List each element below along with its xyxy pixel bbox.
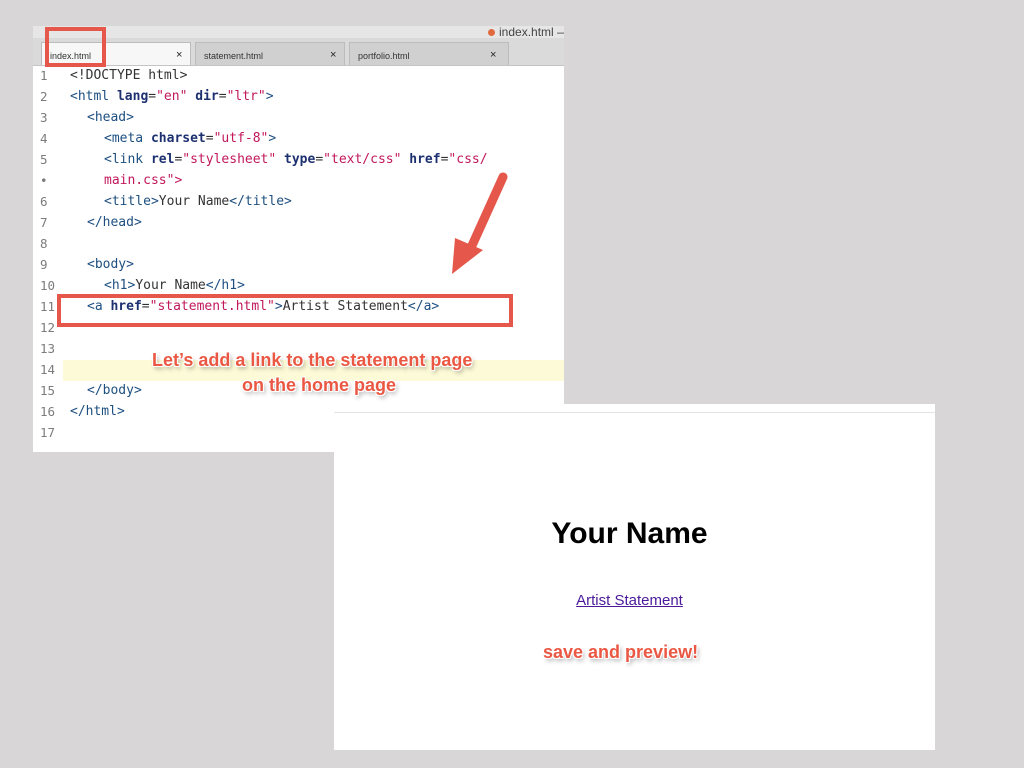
callout-add-link-line1: Let’s add a link to the statement page (152, 350, 473, 370)
preview-heading: Your Name (551, 517, 708, 550)
arrow-shaft (465, 172, 508, 255)
callout-save-preview: save and preview! (543, 642, 699, 662)
browser-preview-window: Your Name Artist Statement (334, 404, 935, 750)
callout-add-link-line2: on the home page (242, 375, 397, 395)
arrow-head (452, 238, 483, 274)
artist-statement-link[interactable]: Artist Statement (576, 592, 683, 609)
preview-link-container: Artist Statement (334, 592, 925, 609)
preview-divider (334, 412, 935, 413)
